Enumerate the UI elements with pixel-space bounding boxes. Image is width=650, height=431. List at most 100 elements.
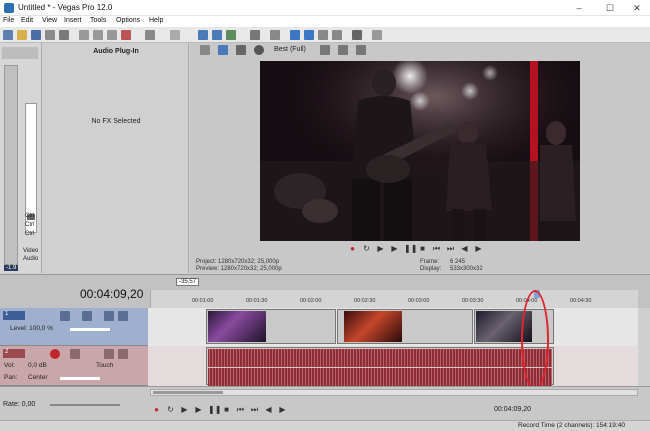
envelope-tool-icon[interactable]: [212, 30, 222, 40]
play-from-start-icon[interactable]: ▶: [376, 244, 385, 253]
video-track-header[interactable]: 1 Level: 100,0 %: [0, 308, 148, 346]
copy-snapshot-icon[interactable]: [338, 45, 348, 55]
mute-icon[interactable]: [104, 349, 114, 359]
render-icon[interactable]: [59, 30, 69, 40]
open-icon[interactable]: [17, 30, 27, 40]
audio-track-lane[interactable]: [148, 346, 638, 386]
timeline-scrollbar[interactable]: [150, 389, 638, 396]
loop-icon[interactable]: ↻: [166, 405, 175, 414]
online-icon[interactable]: [352, 30, 362, 40]
mute-icon[interactable]: [104, 311, 114, 321]
track-fx-icon[interactable]: [70, 349, 80, 359]
prev-frame-icon[interactable]: ◀: [460, 244, 469, 253]
track-number: 2: [3, 349, 25, 358]
go-to-start-icon[interactable]: ⏮: [236, 405, 245, 414]
next-frame-icon[interactable]: ▶: [474, 244, 483, 253]
copy-icon[interactable]: [93, 30, 103, 40]
menu-view[interactable]: View: [42, 17, 57, 24]
undo-icon[interactable]: [145, 30, 155, 40]
mixer-panel: Ctrl Ctrl Ctrl Video Audio -1.9: [0, 43, 42, 273]
title-bar: Untitled * - Vegas Pro 12.0 – ☐ ✕: [0, 0, 650, 16]
solo-icon[interactable]: [118, 349, 128, 359]
redo-icon[interactable]: [170, 30, 180, 40]
menu-edit[interactable]: Edit: [21, 17, 33, 24]
close-button[interactable]: ✕: [623, 0, 650, 16]
track-motion-icon[interactable]: [60, 311, 70, 321]
paste-icon[interactable]: [107, 30, 117, 40]
menu-options[interactable]: Options: [116, 17, 140, 24]
arm-record-icon[interactable]: [50, 349, 60, 359]
auto-ripple-icon[interactable]: [270, 30, 280, 40]
external-monitor-icon[interactable]: [218, 45, 228, 55]
pause-icon[interactable]: ❚❚: [404, 244, 417, 253]
fx-status: No FX Selected: [91, 118, 141, 125]
vol-label: Vol:: [4, 362, 15, 369]
stop-icon[interactable]: ■: [418, 244, 427, 253]
display-label: Display:: [420, 266, 442, 272]
new-project-icon[interactable]: [3, 30, 13, 40]
video-clip[interactable]: [337, 309, 473, 344]
lock-envelopes-icon[interactable]: [318, 30, 328, 40]
ruler-tick: 00:03:30: [462, 298, 484, 304]
delete-icon[interactable]: [121, 30, 131, 40]
concert-video-frame: [260, 61, 580, 241]
zoom-tool-icon[interactable]: [250, 30, 260, 40]
snapping-icon[interactable]: [290, 30, 300, 40]
pan-slider[interactable]: [60, 377, 100, 380]
menu-bar: File Edit View Insert Tools Options Help: [0, 16, 650, 27]
solo-icon[interactable]: [118, 311, 128, 321]
go-to-end-icon[interactable]: ⏭: [250, 405, 259, 414]
play-from-start-icon[interactable]: ▶: [180, 405, 189, 414]
properties-icon[interactable]: [45, 30, 55, 40]
crossfade-icon[interactable]: [304, 30, 314, 40]
time-ruler[interactable]: 00:01:00 00:01:30 00:02:00 00:02:30 00:0…: [150, 290, 638, 308]
vol-value: 0,0 dB: [28, 362, 47, 369]
maximize-button[interactable]: ☐: [596, 0, 624, 16]
ruler-tick: 00:02:30: [354, 298, 376, 304]
whats-this-icon[interactable]: [372, 30, 382, 40]
loop-icon[interactable]: ↻: [362, 244, 371, 253]
menu-insert[interactable]: Insert: [64, 17, 82, 24]
pan-label: Pan:: [4, 374, 18, 381]
track-number: 1: [3, 311, 25, 320]
overlays-icon[interactable]: [320, 45, 330, 55]
save-snapshot-icon[interactable]: [356, 45, 366, 55]
video-preview-panel: Best (Full) ● ↻ ▶ ▶ ❚❚ ■ ⏮ ⏭ ◀ ▶ Project…: [190, 43, 650, 273]
save-icon[interactable]: [31, 30, 41, 40]
menu-file[interactable]: File: [3, 17, 14, 24]
menu-help[interactable]: Help: [149, 17, 163, 24]
cut-icon[interactable]: [79, 30, 89, 40]
ignore-grouping-icon[interactable]: [332, 30, 342, 40]
prev-frame-icon[interactable]: ◀: [264, 405, 273, 414]
rate-slider[interactable]: [50, 404, 120, 406]
stop-icon[interactable]: ■: [222, 405, 231, 414]
play-icon[interactable]: ▶: [194, 405, 203, 414]
scrollbar-thumb[interactable]: [153, 391, 223, 394]
preview-quality-select[interactable]: Best (Full): [274, 46, 306, 53]
audio-track-header[interactable]: 2 Vol: 0,0 dB Touch Pan: Center: [0, 346, 148, 386]
record-icon[interactable]: ●: [152, 405, 161, 414]
automation-mode[interactable]: Touch: [96, 362, 113, 369]
play-icon[interactable]: ▶: [390, 244, 399, 253]
track-fx-icon[interactable]: [82, 311, 92, 321]
record-time-status: Record Time (2 channels): 154:19:40: [518, 422, 625, 429]
selection-tool-icon[interactable]: [226, 30, 236, 40]
audio-clip[interactable]: [206, 347, 554, 386]
menu-tools[interactable]: Tools: [90, 17, 106, 24]
level-slider[interactable]: [70, 328, 110, 331]
record-icon[interactable]: ●: [348, 244, 357, 253]
go-to-end-icon[interactable]: ⏭: [446, 244, 455, 253]
ctrl-label: Ctrl: [25, 231, 35, 237]
video-track-lane[interactable]: [148, 308, 638, 346]
preview-toolbar: Best (Full): [190, 45, 650, 59]
highlight-ellipse: [521, 290, 549, 390]
video-fx-icon[interactable]: [236, 45, 246, 55]
video-clip[interactable]: [206, 309, 336, 344]
minimize-button[interactable]: –: [565, 0, 593, 16]
normal-edit-tool-icon[interactable]: [198, 30, 208, 40]
pause-icon[interactable]: ❚❚: [208, 405, 221, 414]
go-to-start-icon[interactable]: ⏮: [432, 244, 441, 253]
project-properties-icon[interactable]: [200, 45, 210, 55]
split-screen-icon[interactable]: [254, 45, 264, 55]
next-frame-icon[interactable]: ▶: [278, 405, 287, 414]
